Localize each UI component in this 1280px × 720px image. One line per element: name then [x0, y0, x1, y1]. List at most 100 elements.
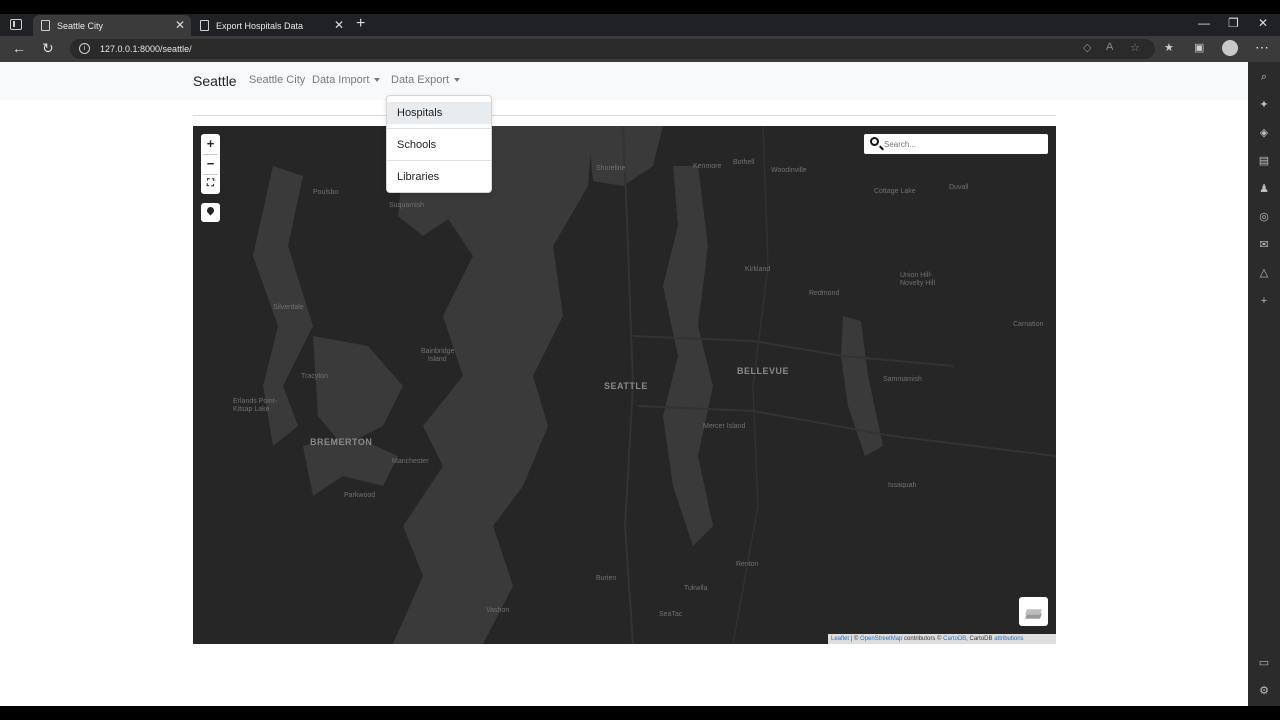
nav-label: Data Import [312, 74, 370, 86]
tab-title: Seattle City [57, 21, 104, 31]
zoom-in-button[interactable]: + [201, 134, 220, 154]
games-icon[interactable]: ♟ [1257, 182, 1271, 196]
map-label: Sammamish [883, 376, 922, 383]
nav-link-seattle-city[interactable]: Seattle City [249, 74, 305, 86]
tab-strip: Seattle City ✕ Export Hospitals Data ✕ +… [0, 14, 1280, 36]
zoom-control: + − ⛶ [201, 134, 220, 194]
map-label: Erlands Point- [233, 398, 277, 405]
attribution-osm-link[interactable]: OpenStreetMap [860, 636, 902, 642]
tab-seattle-city[interactable]: Seattle City ✕ [33, 15, 191, 36]
layers-control-button[interactable] [1019, 597, 1048, 626]
nav-label: Data Export [391, 74, 450, 86]
attribution-cartodb-text: , CartoDB [966, 636, 993, 642]
map-label: Issaquah [888, 482, 917, 489]
web-page: Seattle Seattle City Data Import Data Ex… [0, 62, 1248, 706]
layers-icon-top [1024, 609, 1043, 615]
data-export-dropdown: Hospitals Schools Libraries [386, 95, 492, 193]
map-label: Burien [596, 575, 617, 582]
caret-down-icon [374, 78, 381, 83]
nav-dropdown-data-export[interactable]: Data Export [391, 74, 461, 86]
map-label: Kitsap Lake [233, 406, 270, 413]
attribution-carto-link[interactable]: CartoDB [943, 636, 966, 642]
url-field[interactable]: i 127.0.0.1:8000/seattle/ [70, 39, 1155, 59]
map-label: Manchester [392, 458, 429, 465]
map-label: Duvall [949, 184, 969, 191]
search-icon[interactable]: ⌕ [1257, 70, 1271, 84]
attribution-attributions-link[interactable]: attributions [994, 636, 1023, 642]
restore-icon[interactable]: ❐ [1228, 16, 1239, 30]
site-navbar: Seattle Seattle City Data Import Data Ex… [0, 62, 1248, 100]
hide-sidebar-icon[interactable]: ▭ [1257, 656, 1271, 670]
nav-dropdown-data-import[interactable]: Data Import [312, 74, 381, 86]
map-label: Parkwood [344, 492, 376, 499]
divider [193, 115, 1056, 116]
map-label-city: SEATTLE [604, 381, 648, 391]
address-toolbar: ← ↻ i 127.0.0.1:8000/seattle/ ◇ A ☆ ★ ▣ … [0, 36, 1280, 62]
map-label-city: BELLEVUE [737, 366, 790, 376]
edge-sidebar: ⌕ ✦ ◈ ▤ ♟ ◎ ✉ △ + ▭ ⚙ [1248, 62, 1280, 706]
map-label: Silverdale [273, 304, 304, 311]
map-label-city: BREMERTON [310, 437, 373, 447]
favorites-icon[interactable]: ★ [1164, 41, 1174, 54]
pin-icon [205, 205, 216, 216]
map-label: Woodinville [771, 167, 807, 174]
more-menu-icon[interactable]: ⋯ [1255, 39, 1269, 56]
tools-icon[interactable]: ▤ [1257, 154, 1271, 168]
map-label: Kirkland [745, 266, 771, 273]
zoom-out-button[interactable]: − [201, 154, 220, 174]
info-icon[interactable]: i [79, 43, 90, 54]
attribution-leaflet-link[interactable]: Leaflet [831, 636, 849, 642]
map-label: Suquamish [389, 202, 425, 209]
close-icon[interactable]: ✕ [334, 18, 344, 32]
minimize-icon[interactable]: — [1198, 16, 1210, 30]
close-icon[interactable]: ✕ [175, 18, 185, 32]
map-label: Redmond [809, 290, 840, 297]
map-label: Tukwila [684, 585, 708, 592]
dropdown-item-libraries[interactable]: Libraries [387, 166, 491, 188]
map-label: Union Hill- [900, 272, 933, 279]
attribution-text: contributors © [904, 636, 942, 642]
map-label: Bothell [733, 159, 755, 166]
new-tab-plus-icon[interactable]: + [356, 15, 365, 33]
settings-gear-icon[interactable]: ⚙ [1257, 684, 1271, 698]
url-text: 127.0.0.1:8000/seattle/ [100, 44, 192, 54]
office-icon[interactable]: ◎ [1257, 210, 1271, 224]
fullscreen-icon[interactable]: ⛶ [201, 174, 220, 194]
map-label: Tracyton [301, 373, 328, 380]
map-label: Kenmore [693, 163, 722, 170]
map-attribution: Leaflet | © OpenStreetMap contributors ©… [828, 634, 1056, 644]
collections-icon[interactable]: ▣ [1194, 41, 1204, 54]
locate-button[interactable] [201, 203, 220, 222]
refresh-icon[interactable]: ↻ [42, 40, 54, 57]
map-label: Carnation [1013, 321, 1044, 328]
dropdown-divider [387, 160, 491, 161]
shopping-tag-icon[interactable]: ◈ [1257, 126, 1271, 140]
map-search [864, 134, 1048, 154]
map-label: SeaTac [659, 611, 683, 618]
caret-down-icon [454, 78, 461, 83]
discover-icon[interactable]: ✦ [1257, 98, 1271, 112]
favorite-add-icon[interactable]: ☆ [1130, 41, 1140, 54]
dropdown-item-schools[interactable]: Schools [387, 134, 491, 156]
read-aloud-icon[interactable]: A [1106, 41, 1113, 53]
map-search-input[interactable] [884, 137, 1042, 151]
map-label: Cottage Lake [874, 188, 916, 195]
navbar-brand[interactable]: Seattle [193, 73, 237, 89]
attribution-sep: | © [850, 636, 861, 642]
outlook-icon[interactable]: ✉ [1257, 238, 1271, 252]
tab-export-hospitals[interactable]: Export Hospitals Data ✕ [192, 15, 350, 36]
map-label: Bainbridge [421, 348, 455, 355]
profile-avatar[interactable] [1222, 40, 1238, 56]
drop-icon[interactable]: △ [1257, 266, 1271, 280]
tab-actions-icon[interactable] [10, 19, 22, 30]
dropdown-item-hospitals[interactable]: Hospitals [387, 102, 491, 124]
add-sidebar-plus-icon[interactable]: + [1257, 294, 1271, 308]
back-icon[interactable]: ← [12, 40, 26, 56]
leaflet-map[interactable]: Poulsbo Suquamish Kenmore Bothell Shorel… [193, 126, 1056, 644]
tracking-icon[interactable]: ◇ [1083, 41, 1091, 54]
map-label: Poulsbo [313, 189, 339, 196]
document-icon [200, 20, 209, 31]
map-label: Mercer Island [703, 423, 746, 430]
map-label: Vashon [486, 607, 510, 614]
window-close-icon[interactable]: ✕ [1258, 16, 1268, 30]
